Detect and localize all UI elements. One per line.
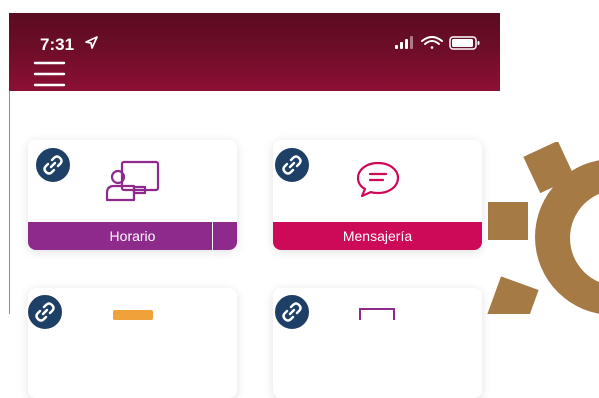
link-badge[interactable] [273,146,311,184]
link-icon [35,302,55,322]
link-icon [43,155,63,175]
teacher-board-icon [105,160,160,202]
status-time: 7:31 [40,35,75,54]
signal-bars-icon [395,36,413,49]
sidebar-edge [9,91,10,314]
card-icon [113,310,153,320]
battery-icon [449,36,480,50]
card-icon [359,308,395,320]
tile-mensajeria-label: Mensajería [273,222,482,250]
wifi-icon [421,36,443,49]
link-badge[interactable] [26,293,64,331]
tile-divider [212,222,213,258]
link-icon [282,302,302,322]
link-badge[interactable] [34,146,72,184]
gear-decoration-icon [487,142,599,314]
tile-horario-label: Horario [28,222,237,250]
chat-bubble-icon [356,161,400,198]
link-badge[interactable] [273,293,311,331]
status-icons [395,36,480,50]
link-icon [282,155,302,175]
location-arrow-icon [85,36,98,49]
app-header [9,13,500,91]
hamburger-menu-icon[interactable] [33,61,66,87]
